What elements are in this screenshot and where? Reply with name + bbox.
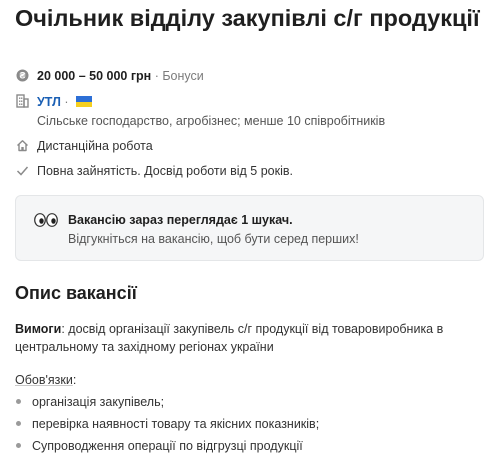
employment-label: Повна зайнятість. Досвід роботи від 5 ро… xyxy=(37,164,293,178)
duties-heading: Обов'язки: xyxy=(15,373,76,387)
notice-subtitle: Відгукніться на вакансію, щоб бути серед… xyxy=(68,232,359,246)
viewers-notice: Вакансію зараз переглядає 1 шукач. Відгу… xyxy=(15,195,484,261)
currency-coin-icon: ₴ xyxy=(15,68,29,82)
remote-row: Дистанційна робота xyxy=(15,138,153,154)
duty-text: Супроводження операції по відгрузці прод… xyxy=(32,439,303,453)
vacancy-page: Очільник відділу закупівлі с/г продукції… xyxy=(0,0,500,469)
list-item: Супроводження операції по відгрузці прод… xyxy=(15,437,485,459)
requirements-label: Вимоги xyxy=(15,322,62,336)
salary-row: ₴ 20 000 – 50 000 грн · Бонуси xyxy=(15,68,204,84)
check-icon xyxy=(15,163,29,177)
building-icon xyxy=(15,94,29,108)
home-icon xyxy=(15,138,29,152)
description-heading: Опис вакансії xyxy=(15,283,137,303)
duty-text: організація закупівель; xyxy=(32,395,165,409)
company-separator: · xyxy=(60,95,72,109)
eyes-icon xyxy=(34,213,58,227)
ukraine-flag-icon xyxy=(75,96,92,107)
duty-text: перевірка наявності товару та якісних по… xyxy=(32,417,320,431)
list-item: організація закупівель; xyxy=(15,393,485,415)
salary-bonus: Бонуси xyxy=(162,69,204,83)
notice-title: Вакансію зараз переглядає 1 шукач. xyxy=(68,213,293,227)
remote-label: Дистанційна робота xyxy=(37,139,153,153)
salary-amount: 20 000 – 50 000 грн xyxy=(37,69,152,83)
company-description: Сільське господарство, агробізнес; менше… xyxy=(37,114,386,128)
duties-list: організація закупівель; перевірка наявно… xyxy=(15,393,485,459)
company-row: УТЛ · Сільське господарство, агробізнес;… xyxy=(15,94,385,129)
svg-text:₴: ₴ xyxy=(19,70,25,80)
company-link[interactable]: УТЛ xyxy=(37,95,61,109)
job-title: Очільник відділу закупівлі с/г продукції xyxy=(15,5,480,31)
list-item: перевірка наявності товару та якісних по… xyxy=(15,415,485,437)
bullet-icon xyxy=(16,421,21,426)
requirements-text: : досвід організації закупівель с/г прод… xyxy=(15,322,444,354)
bullet-icon xyxy=(16,443,21,448)
bullet-icon xyxy=(16,399,21,404)
employment-row: Повна зайнятість. Досвід роботи від 5 ро… xyxy=(15,163,293,179)
salary-separator: · xyxy=(151,69,163,83)
duties-colon: : xyxy=(72,373,77,387)
requirements-paragraph: Вимоги: досвід організації закупівель с/… xyxy=(15,320,485,356)
duties-label: Обов'язки xyxy=(15,373,73,387)
